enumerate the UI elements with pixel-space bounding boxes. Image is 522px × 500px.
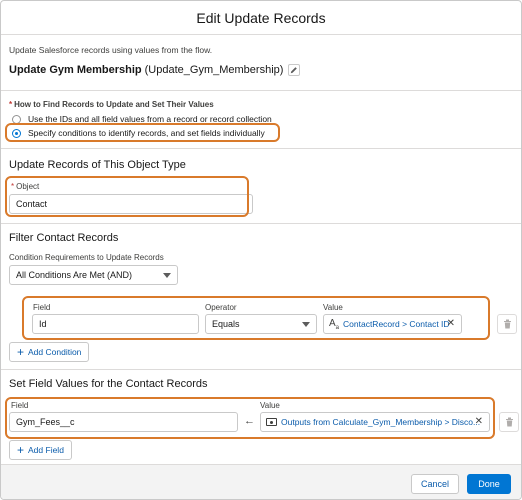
cancel-button[interactable]: Cancel [411, 474, 459, 494]
set-column-value-label: Value [260, 401, 280, 410]
divider [1, 148, 521, 149]
set-values-section-title: Set Field Values for the Contact Records [9, 378, 208, 390]
add-condition-button[interactable]: + Add Condition [9, 342, 90, 362]
radio-label: Specify conditions to identify records, … [28, 128, 265, 138]
done-button[interactable]: Done [467, 474, 511, 494]
plus-icon: + [17, 443, 25, 457]
condition-operator-select[interactable]: Equals [205, 314, 317, 334]
element-api-name: (Update_Gym_Membership) [144, 64, 284, 76]
modal-footer: Cancel Done [1, 464, 521, 499]
how-to-find-label: * How to Find Records to Update and Set T… [9, 100, 214, 109]
column-value-label: Value [323, 303, 343, 312]
divider [1, 369, 521, 370]
chevron-down-icon [163, 273, 171, 278]
divider [1, 90, 521, 91]
set-value-pill[interactable]: Outputs from Calculate_Gym_Membership > … [260, 412, 490, 432]
chevron-down-icon [302, 322, 310, 327]
radio-button[interactable] [12, 114, 21, 124]
radio-option-use-ids[interactable]: Use the IDs and all field values from a … [12, 114, 272, 124]
element-label: Update Gym Membership [9, 64, 142, 76]
condition-requirement-select[interactable]: All Conditions Are Met (AND) [9, 265, 178, 285]
set-field-input[interactable]: Gym_Fees__c [9, 412, 238, 432]
trash-icon[interactable] [497, 314, 517, 334]
plus-icon: + [17, 345, 25, 359]
requirement-label: Condition Requirements to Update Records [9, 253, 164, 262]
close-icon[interactable]: ✕ [447, 318, 455, 329]
add-field-button[interactable]: + Add Field [9, 440, 72, 460]
left-arrow-icon: ← [244, 415, 255, 427]
modal-header: Edit Update Records [1, 1, 521, 35]
object-input[interactable]: Contact [9, 194, 253, 214]
close-icon[interactable]: ✕ [475, 416, 483, 427]
filter-section-title: Filter Contact Records [9, 232, 119, 244]
condition-field-input[interactable]: Id [32, 314, 199, 334]
column-operator-label: Operator [205, 303, 237, 312]
edit-update-records-modal: Edit Update Records Update Salesforce re… [0, 0, 522, 500]
trash-icon[interactable] [499, 412, 519, 432]
object-label: * Object [11, 182, 40, 191]
intro-text: Update Salesforce records using values f… [9, 45, 213, 55]
set-column-field-label: Field [11, 401, 29, 410]
output-resource-icon [266, 418, 277, 426]
element-name: Update Gym Membership (Update_Gym_Member… [9, 64, 301, 76]
modal-title: Edit Update Records [196, 9, 326, 26]
condition-value-pill[interactable]: Aa ContactRecord > Contact ID ✕ [323, 314, 462, 334]
column-field-label: Field [33, 303, 51, 312]
radio-button-selected[interactable] [12, 128, 21, 138]
divider [1, 223, 521, 224]
radio-label: Use the IDs and all field values from a … [28, 114, 272, 124]
pencil-icon[interactable] [288, 64, 301, 76]
radio-option-specify-conditions[interactable]: Specify conditions to identify records, … [12, 128, 265, 138]
text-resource-icon: Aa [329, 317, 340, 331]
object-section-title: Update Records of This Object Type [9, 159, 186, 171]
